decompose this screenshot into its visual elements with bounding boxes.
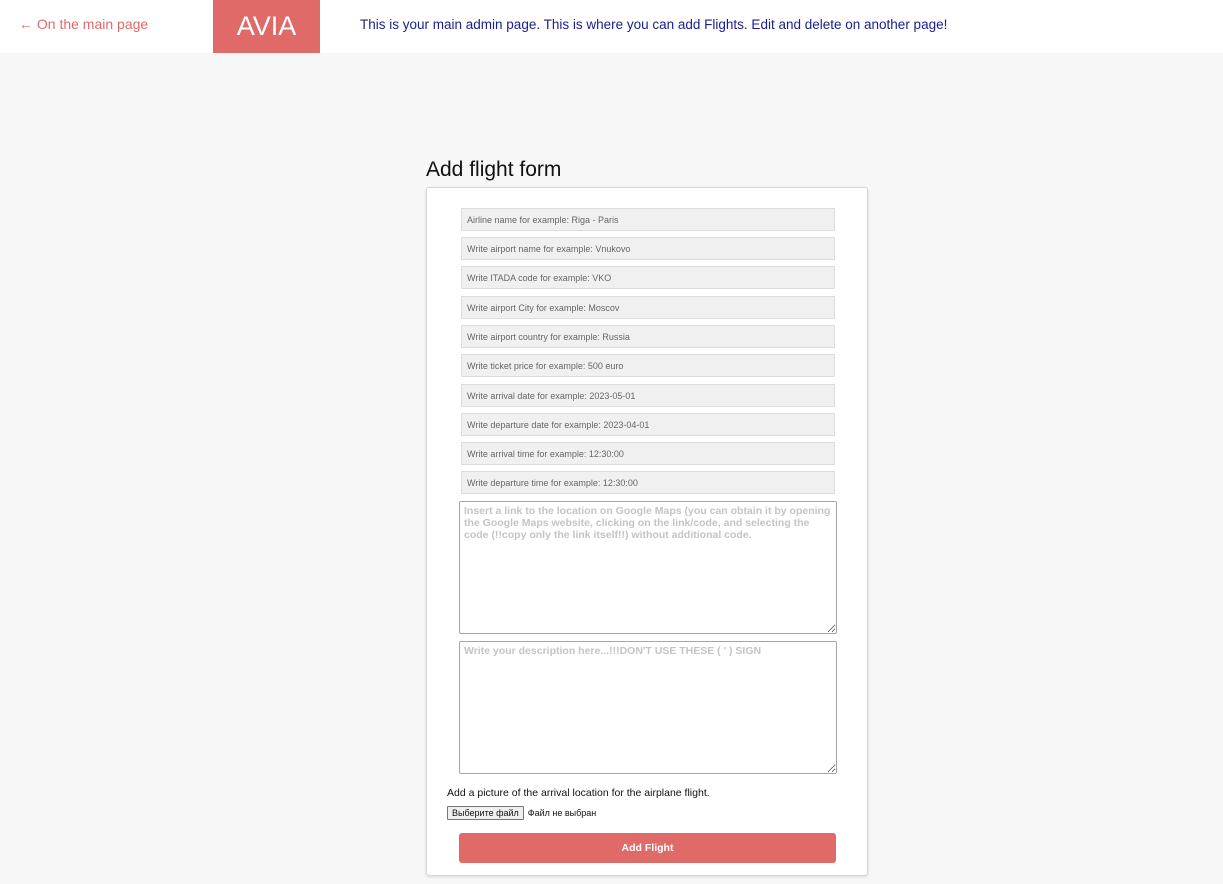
choose-file-button[interactable]: Выберите файл [447,806,524,820]
file-status-text: Файл не выбран [527,808,597,818]
departure-time-input[interactable] [461,471,835,494]
airport-name-input[interactable] [461,237,835,260]
top-bar: ← On the main page AVIA This is your mai… [0,0,1223,53]
back-to-main-link[interactable]: ← On the main page [19,16,148,32]
file-upload-control: Выберите файл Файл не выбран [447,806,596,820]
ticket-price-input[interactable] [461,354,835,377]
airport-city-input[interactable] [461,296,835,319]
add-flight-form: Add a picture of the arrival location fo… [426,187,868,876]
airport-country-input[interactable] [461,325,835,348]
picture-upload-label: Add a picture of the arrival location fo… [447,787,710,799]
departure-date-input[interactable] [461,413,835,436]
form-title: Add flight form [426,158,562,181]
description-textarea[interactable] [459,641,837,774]
avia-logo: AVIA [213,0,320,53]
add-flight-button[interactable]: Add Flight [459,833,836,863]
airline-input[interactable] [461,208,835,231]
google-maps-link-textarea[interactable] [459,501,837,634]
admin-welcome-message: This is your main admin page. This is wh… [360,17,948,32]
arrival-date-input[interactable] [461,384,835,407]
arrival-time-input[interactable] [461,442,835,465]
itada-code-input[interactable] [461,266,835,289]
